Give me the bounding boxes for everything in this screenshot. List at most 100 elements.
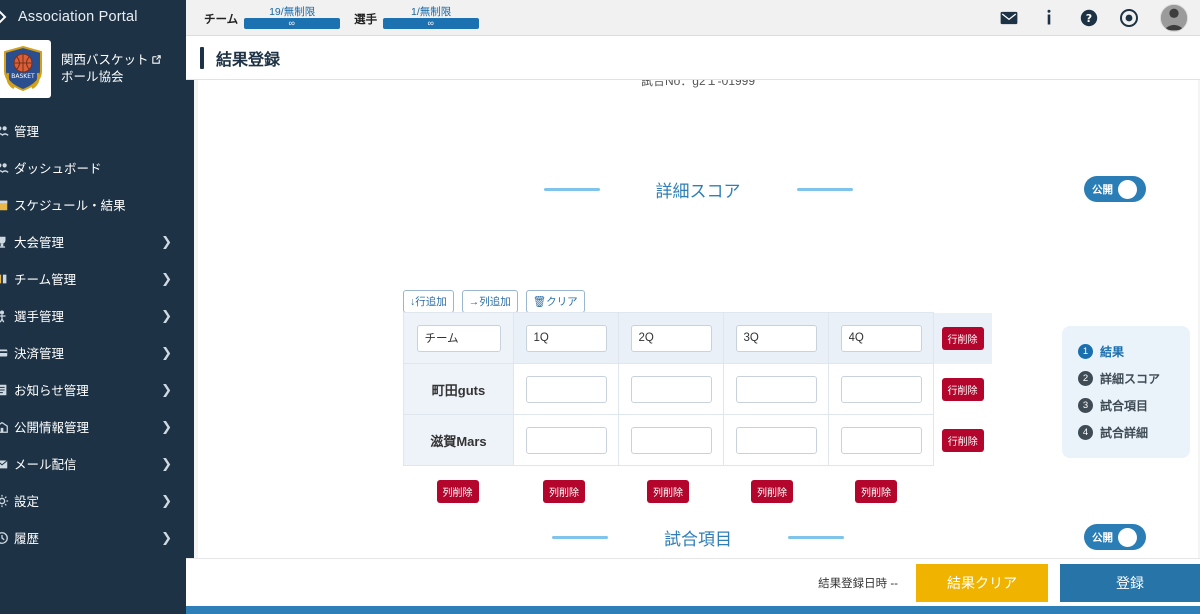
score-input-r1q2[interactable] — [630, 375, 712, 403]
publish-toggle-label: 公開 — [1092, 531, 1113, 544]
sidebar-item-history[interactable]: 履歴 ❯ — [0, 519, 186, 556]
header-input-q1[interactable] — [525, 324, 607, 352]
score-input-r2q2[interactable] — [630, 426, 712, 454]
gear-icon — [0, 494, 14, 508]
team-icon — [0, 272, 14, 286]
add-row-button[interactable]: ↓行追加 — [403, 290, 454, 313]
top-icon-group: ? — [1000, 3, 1190, 32]
user-avatar[interactable] — [1160, 3, 1188, 32]
main-area: チーム 19/無制限 ∞ 選手 1/無制限 ∞ ? 結果登録 試合No：g2１-… — [186, 0, 1200, 614]
row-delete-button[interactable]: 行削除 — [941, 428, 984, 452]
quota-bar: ∞ — [383, 17, 480, 29]
organization-name-line1: 関西バスケット — [61, 53, 149, 67]
table-cell — [723, 414, 829, 466]
quota-meter: 1/無制限 ∞ — [383, 6, 480, 29]
header-input-q2[interactable] — [630, 324, 712, 352]
sidebar-item-mail[interactable]: メール配信 ❯ — [0, 445, 186, 482]
header-input-q4[interactable] — [840, 324, 922, 352]
sidebar-item-kanri[interactable]: 管理 — [0, 112, 186, 149]
payment-icon — [0, 346, 14, 360]
table-cell — [618, 363, 724, 415]
sidebar-item-tournament[interactable]: 大会管理 ❯ — [0, 223, 186, 260]
score-input-r2q3[interactable] — [735, 426, 817, 454]
step-item-result[interactable]: 1 結果 — [1078, 338, 1190, 365]
header-input-q3[interactable] — [735, 324, 817, 352]
sidebar-nav: 管理 ダッシュボード スケジュール・結果 大会管理 ❯ チーム管理 ❯ 選手管理… — [0, 112, 186, 556]
preview-eye-icon[interactable] — [1120, 8, 1138, 27]
sidebar-item-dashboard[interactable]: ダッシュボード — [0, 149, 186, 186]
sidebar-item-announcement[interactable]: お知らせ管理 ❯ — [0, 371, 186, 408]
clear-result-button[interactable]: 結果クリア — [916, 563, 1048, 602]
footer-meta-value: -- — [890, 577, 898, 590]
sidebar-brand[interactable]: Association Portal — [0, 0, 186, 34]
clear-table-button[interactable]: 🗑クリア — [525, 290, 585, 313]
sidebar-item-public-info[interactable]: 公開情報管理 ❯ — [0, 408, 186, 445]
score-input-r1q3[interactable] — [735, 375, 817, 403]
quota-label: チーム — [204, 13, 239, 26]
header-input-team[interactable] — [416, 324, 501, 352]
sidebar-item-label: 決済管理 — [14, 347, 65, 361]
column-delete-button[interactable]: 列削除 — [543, 480, 585, 503]
sidebar-item-payment[interactable]: 決済管理 ❯ — [0, 334, 186, 371]
column-delete-button[interactable]: 列削除 — [647, 480, 689, 503]
help-icon[interactable]: ? — [1080, 9, 1098, 27]
score-input-r1q1[interactable] — [525, 375, 607, 403]
history-icon — [0, 531, 14, 545]
external-link-icon[interactable] — [151, 53, 162, 64]
brand-label: Association Portal — [18, 9, 138, 25]
add-column-button[interactable]: →列追加 — [461, 290, 518, 313]
section-rule-left — [543, 187, 600, 191]
score-input-r2q4[interactable] — [840, 426, 922, 454]
organization-block[interactable]: BASKET 関西バスケット ボール協会 — [0, 34, 186, 104]
step-item-match-detail[interactable]: 4 試合詳細 — [1078, 419, 1190, 446]
sidebar-item-label: チーム管理 — [14, 273, 77, 287]
quota-count: 19/無制限 — [269, 5, 316, 18]
publish-toggle-match-items[interactable]: 公開 — [1084, 524, 1146, 550]
footer-meta-label: 結果登録日時 — [818, 577, 888, 590]
svg-text:?: ? — [1086, 12, 1092, 25]
sidebar-item-label: 選手管理 — [14, 310, 65, 324]
row-delete-button[interactable]: 行削除 — [941, 377, 984, 401]
column-delete-slot: 列削除 — [824, 480, 928, 503]
sidebar-item-team[interactable]: チーム管理 ❯ — [0, 260, 186, 297]
publish-toggle-label: 公開 — [1092, 183, 1113, 196]
sidebar-item-label: ダッシュボード — [14, 162, 102, 176]
player-icon — [0, 309, 14, 323]
submit-button[interactable]: 登録 — [1060, 563, 1200, 602]
section-header-match-items: 試合項目 公開 — [198, 520, 1198, 554]
section-header-detail-score: 詳細スコア 公開 — [198, 172, 1198, 206]
section-title: 試合項目 — [664, 529, 732, 549]
chevron-right-icon: ❯ — [161, 344, 172, 360]
row-team-name: 滋賀Mars — [404, 415, 513, 465]
sidebar-item-settings[interactable]: 設定 ❯ — [0, 482, 186, 519]
step-number: 2 — [1078, 371, 1093, 386]
row-delete-cell: 行削除 — [933, 312, 992, 364]
column-delete-button[interactable]: 列削除 — [855, 480, 897, 503]
people-icon — [0, 161, 14, 175]
column-delete-button[interactable]: 列削除 — [751, 480, 793, 503]
score-input-r2q1[interactable] — [525, 426, 607, 454]
table-cell — [828, 363, 934, 415]
table-cell — [513, 363, 619, 415]
step-item-detail-score[interactable]: 2 詳細スコア — [1078, 365, 1190, 392]
sidebar-item-label: スケジュール・結果 — [14, 199, 126, 213]
info-icon[interactable] — [1040, 9, 1058, 27]
sidebar-item-player[interactable]: 選手管理 ❯ — [0, 297, 186, 334]
table-cell: 町田guts — [403, 363, 514, 415]
sidebar-item-schedule-results[interactable]: スケジュール・結果 — [0, 186, 186, 223]
publish-toggle-detail-score[interactable]: 公開 — [1084, 176, 1146, 202]
chevron-right-icon: ❯ — [161, 492, 172, 508]
top-bar: チーム 19/無制限 ∞ 選手 1/無制限 ∞ ? — [186, 0, 1200, 36]
score-input-r1q4[interactable] — [840, 375, 922, 403]
sidebar-item-label: 公開情報管理 — [14, 421, 90, 435]
column-delete-button[interactable]: 列削除 — [436, 480, 479, 503]
step-label: 試合詳細 — [1100, 426, 1149, 440]
chevron-right-icon: ❯ — [161, 233, 172, 249]
step-item-match-items[interactable]: 3 試合項目 — [1078, 392, 1190, 419]
bottom-accent-strip — [186, 606, 1200, 614]
svg-text:BASKET: BASKET — [11, 73, 35, 80]
app-root: Association Portal BASKET 関西バスケット ボール協会 — [0, 0, 1200, 614]
row-delete-button[interactable]: 行削除 — [941, 326, 984, 350]
mail-icon[interactable] — [1000, 9, 1018, 27]
sidebar: Association Portal BASKET 関西バスケット ボール協会 — [0, 0, 186, 614]
